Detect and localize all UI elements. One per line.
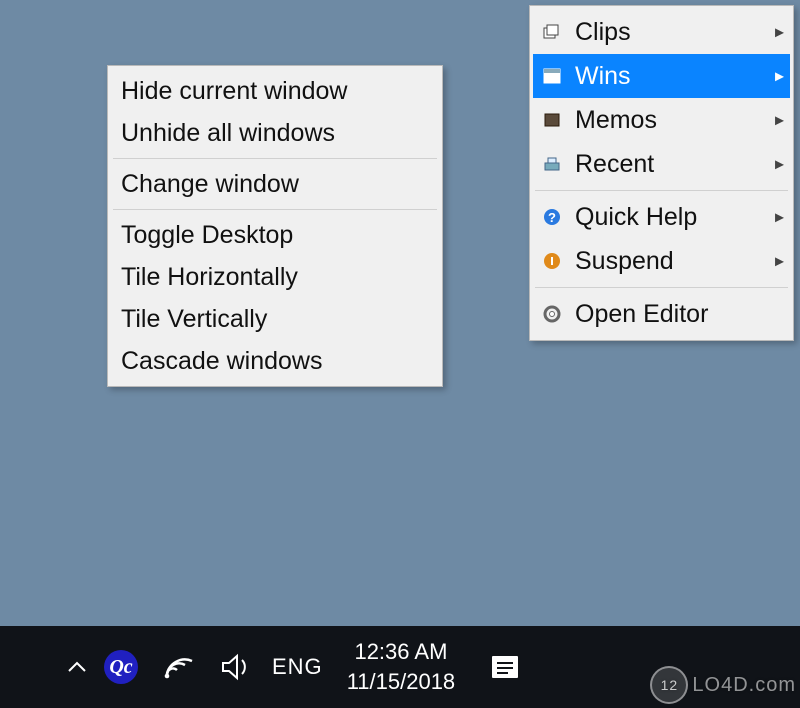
- menu-item-unhide-all-windows[interactable]: Unhide all windows: [111, 112, 439, 154]
- menu-item-label: Open Editor: [575, 300, 708, 329]
- menu-item-toggle-desktop[interactable]: Toggle Desktop: [111, 214, 439, 256]
- menu-item-tile-vertically[interactable]: Tile Vertically: [111, 298, 439, 340]
- clock-button[interactable]: 12:36 AM 11/15/2018: [337, 637, 465, 696]
- menu-item-change-window[interactable]: Change window: [111, 163, 439, 205]
- svg-text:?: ?: [548, 210, 556, 225]
- chevron-up-icon: [65, 655, 89, 679]
- submenu-arrow-icon: ▸: [775, 154, 784, 175]
- qc-tray-icon[interactable]: Qc: [98, 644, 144, 690]
- menu-item-clips[interactable]: Clips ▸: [533, 10, 790, 54]
- menu-item-label: Memos: [575, 106, 657, 135]
- wifi-icon: [162, 653, 196, 681]
- action-center-icon: [488, 653, 522, 681]
- menu-item-label: Quick Help: [575, 203, 697, 232]
- menu-item-hide-current-window[interactable]: Hide current window: [111, 70, 439, 112]
- menu-item-label: Change window: [121, 170, 299, 199]
- menu-item-suspend[interactable]: Suspend ▸: [533, 239, 790, 283]
- menu-item-tile-horizontally[interactable]: Tile Horizontally: [111, 256, 439, 298]
- menu-item-label: Tile Vertically: [121, 305, 267, 334]
- network-wifi-button[interactable]: [156, 644, 202, 690]
- clock-time: 12:36 AM: [347, 637, 455, 667]
- language-label: ENG: [272, 654, 323, 679]
- menu-item-memos[interactable]: Memos ▸: [533, 98, 790, 142]
- menu-item-label: Unhide all windows: [121, 119, 335, 148]
- menu-item-label: Hide current window: [121, 77, 348, 106]
- submenu-arrow-icon: ▸: [775, 251, 784, 272]
- tray-context-menu: Clips ▸ Wins ▸ Memos ▸ Recent ▸: [529, 5, 794, 341]
- menu-item-label: Clips: [575, 18, 631, 47]
- taskbar: Qc ENG 12:36 AM 11/15/2018: [0, 626, 800, 708]
- qc-logo-icon: Qc: [104, 650, 138, 684]
- menu-item-wins[interactable]: Wins ▸: [533, 54, 790, 98]
- help-icon: ?: [539, 204, 565, 230]
- menu-item-label: Cascade windows: [121, 347, 323, 376]
- clock-date: 11/15/2018: [347, 667, 455, 697]
- desktop: Hide current window Unhide all windows C…: [0, 0, 800, 708]
- book-icon: [539, 107, 565, 133]
- gear-icon: [539, 301, 565, 327]
- language-indicator[interactable]: ENG: [266, 654, 337, 680]
- menu-separator: [113, 158, 437, 159]
- wins-submenu: Hide current window Unhide all windows C…: [107, 65, 443, 387]
- menu-item-label: Wins: [575, 62, 631, 91]
- window-icon: [539, 63, 565, 89]
- menu-separator: [113, 209, 437, 210]
- action-center-button[interactable]: [485, 649, 525, 685]
- menu-item-quick-help[interactable]: ? Quick Help ▸: [533, 195, 790, 239]
- menu-item-label: Toggle Desktop: [121, 221, 293, 250]
- submenu-arrow-icon: ▸: [775, 66, 784, 87]
- menu-separator: [535, 287, 788, 288]
- submenu-arrow-icon: ▸: [775, 110, 784, 131]
- menu-item-open-editor[interactable]: Open Editor: [533, 292, 790, 336]
- menu-item-label: Recent: [575, 150, 654, 179]
- menu-item-recent[interactable]: Recent ▸: [533, 142, 790, 186]
- tray-icon: [539, 151, 565, 177]
- menu-item-label: Tile Horizontally: [121, 263, 298, 292]
- menu-separator: [535, 190, 788, 191]
- speaker-icon: [220, 652, 254, 682]
- submenu-arrow-icon: ▸: [775, 207, 784, 228]
- cascade-icon: [539, 19, 565, 45]
- suspend-icon: [539, 248, 565, 274]
- menu-item-label: Suspend: [575, 247, 674, 276]
- tray-overflow-button[interactable]: [62, 652, 92, 682]
- submenu-arrow-icon: ▸: [775, 22, 784, 43]
- menu-item-cascade-windows[interactable]: Cascade windows: [111, 340, 439, 382]
- volume-button[interactable]: [214, 644, 260, 690]
